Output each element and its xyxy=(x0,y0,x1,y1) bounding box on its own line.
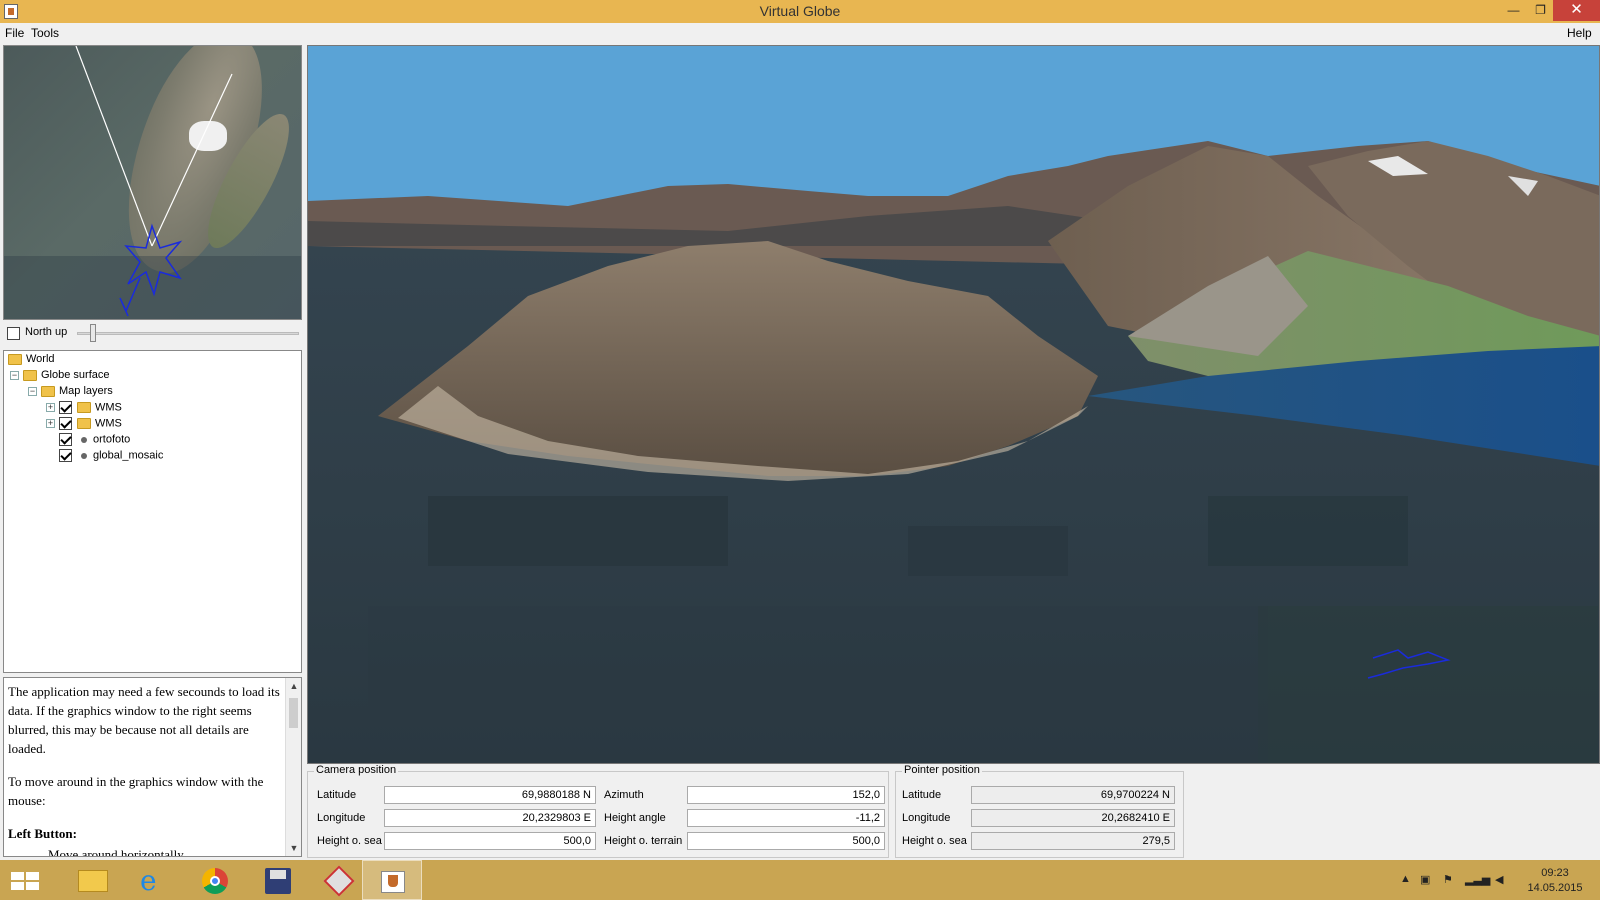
camera-marker-icon xyxy=(124,223,183,297)
collapse-icon[interactable]: − xyxy=(10,370,19,380)
pointer-position-title: Pointer position xyxy=(902,764,982,776)
help-text-panel[interactable]: The application may need a few secounds … xyxy=(3,677,302,857)
camera-height-sea-field[interactable]: 500,0 xyxy=(384,832,596,850)
network-signal-icon[interactable]: ▂▃▅ xyxy=(1465,873,1490,886)
title-bar: Virtual Globe — ❐ ✕ xyxy=(0,0,1600,23)
pointer-longitude-label: Longitude xyxy=(902,812,951,824)
camera-height-sea-label: Height o. sea xyxy=(317,835,382,847)
camera-position-panel: Camera position Latitude 69,9880188 N Lo… xyxy=(307,764,889,858)
help-item-move: Move around horizontally xyxy=(48,847,184,857)
north-up-row: North up xyxy=(3,320,302,348)
layer-dot-icon xyxy=(81,452,87,459)
window-title: Virtual Globe xyxy=(759,3,841,19)
folder-icon xyxy=(77,418,91,429)
tree-item-map-layers[interactable]: − Map layers xyxy=(28,385,113,401)
layer-checkbox[interactable] xyxy=(59,417,72,430)
menu-help[interactable]: Help xyxy=(1567,26,1592,40)
camera-azimuth-field[interactable]: 152,0 xyxy=(687,786,885,804)
tree-item-wms-2[interactable]: + WMS xyxy=(46,417,122,433)
scroll-thumb[interactable] xyxy=(289,698,298,728)
maximize-button[interactable]: ❐ xyxy=(1527,0,1554,21)
help-scrollbar[interactable]: ▲ ▼ xyxy=(285,678,301,856)
camera-position-title: Camera position xyxy=(314,764,399,776)
file-explorer-icon[interactable] xyxy=(62,860,122,900)
camera-height-terrain-label: Height o. terrain xyxy=(604,835,683,847)
expand-icon[interactable]: + xyxy=(46,419,55,428)
expand-icon[interactable]: + xyxy=(46,403,55,412)
tree-item-global-mosaic[interactable]: global_mosaic xyxy=(59,449,163,465)
pointer-height-sea-label: Height o. sea xyxy=(902,835,967,847)
camera-height-angle-field[interactable]: -11,2 xyxy=(687,809,885,827)
flag-icon[interactable]: ⚑ xyxy=(1443,873,1453,886)
pointer-latitude-field: 69,9700224 N xyxy=(971,786,1175,804)
collapse-icon[interactable]: − xyxy=(28,386,37,396)
layer-dot-icon xyxy=(81,436,87,443)
folder-icon xyxy=(77,402,91,413)
tree-item-wms-1[interactable]: + WMS xyxy=(46,401,122,417)
taskbar: e ▲ ▣ ⚑ ▂▃▅ ◀ 09:23 14.05.2015 xyxy=(0,860,1600,900)
pointer-height-sea-field: 279,5 xyxy=(971,832,1175,850)
menu-file[interactable]: File xyxy=(5,26,24,40)
java-app-icon[interactable] xyxy=(362,860,422,900)
pointer-latitude-label: Latitude xyxy=(902,789,942,801)
help-heading-left-button: Left Button: xyxy=(8,826,77,841)
view-frustum-overlay xyxy=(75,46,233,317)
camera-height-angle-label: Height angle xyxy=(604,812,666,824)
terrain-scene xyxy=(308,46,1599,763)
tree-item-label: Globe surface xyxy=(41,369,110,382)
zoom-slider-thumb[interactable] xyxy=(90,324,96,342)
minimize-button[interactable]: — xyxy=(1500,0,1527,21)
tree-item-label: WMS xyxy=(95,401,122,414)
windows-logo-icon xyxy=(11,872,39,890)
camera-latitude-field[interactable]: 69,9880188 N xyxy=(384,786,596,804)
chrome-icon[interactable] xyxy=(186,860,246,900)
layer-checkbox[interactable] xyxy=(59,401,72,414)
menu-bar: File Tools Help xyxy=(0,23,1600,43)
tree-item-label: global_mosaic xyxy=(93,449,164,462)
tree-item-label: ortofoto xyxy=(93,433,131,446)
tree-item-world[interactable]: World xyxy=(8,353,55,369)
north-up-label: North up xyxy=(25,326,68,338)
tree-item-globe-surface[interactable]: − Globe surface xyxy=(10,369,109,385)
folder-icon xyxy=(8,353,22,365)
tree-item-label: World xyxy=(26,353,55,366)
tree-item-label: Map layers xyxy=(59,385,113,398)
tree-item-label: WMS xyxy=(95,417,122,430)
camera-longitude-label: Longitude xyxy=(317,812,366,824)
camera-latitude-label: Latitude xyxy=(317,789,357,801)
layer-checkbox[interactable] xyxy=(59,449,72,462)
puzzle-app-icon[interactable] xyxy=(310,860,370,900)
clock-time: 09:23 xyxy=(1541,867,1569,879)
folder-icon xyxy=(23,369,37,381)
device-icon[interactable]: ▣ xyxy=(1420,873,1430,886)
save-disk-icon[interactable] xyxy=(248,860,308,900)
volume-icon[interactable]: ◀ xyxy=(1495,873,1503,886)
scroll-up-icon[interactable]: ▲ xyxy=(286,678,301,694)
north-up-checkbox[interactable] xyxy=(7,327,20,340)
overview-map[interactable] xyxy=(3,45,302,320)
help-paragraph-loading: The application may need a few secounds … xyxy=(8,684,280,756)
pointer-longitude-field: 20,2682410 E xyxy=(971,809,1175,827)
layer-tree: World − Globe surface − Map layers + WMS + W… xyxy=(3,350,302,673)
folder-icon xyxy=(41,385,55,397)
show-hidden-icons-icon[interactable]: ▲ xyxy=(1400,873,1411,885)
pointer-position-panel: Pointer position Latitude 69,9700224 N L… xyxy=(895,764,1184,858)
layer-checkbox[interactable] xyxy=(59,433,72,446)
clock-date: 14.05.2015 xyxy=(1527,882,1583,894)
menu-tools[interactable]: Tools xyxy=(31,26,59,40)
camera-azimuth-label: Azimuth xyxy=(604,789,644,801)
internet-explorer-icon[interactable]: e xyxy=(124,860,184,900)
tree-item-ortofoto[interactable]: ortofoto xyxy=(59,433,130,449)
close-button[interactable]: ✕ xyxy=(1553,0,1600,21)
zoom-slider-track[interactable] xyxy=(77,332,299,335)
globe-3d-view[interactable] xyxy=(307,45,1600,764)
system-clock[interactable]: 09:23 14.05.2015 xyxy=(1520,866,1590,896)
camera-height-terrain-field[interactable]: 500,0 xyxy=(687,832,885,850)
scroll-down-icon[interactable]: ▼ xyxy=(286,840,301,856)
start-button[interactable] xyxy=(0,860,60,900)
camera-longitude-field[interactable]: 20,2329803 E xyxy=(384,809,596,827)
help-paragraph-mouse: To move around in the graphics window wi… xyxy=(8,774,264,808)
